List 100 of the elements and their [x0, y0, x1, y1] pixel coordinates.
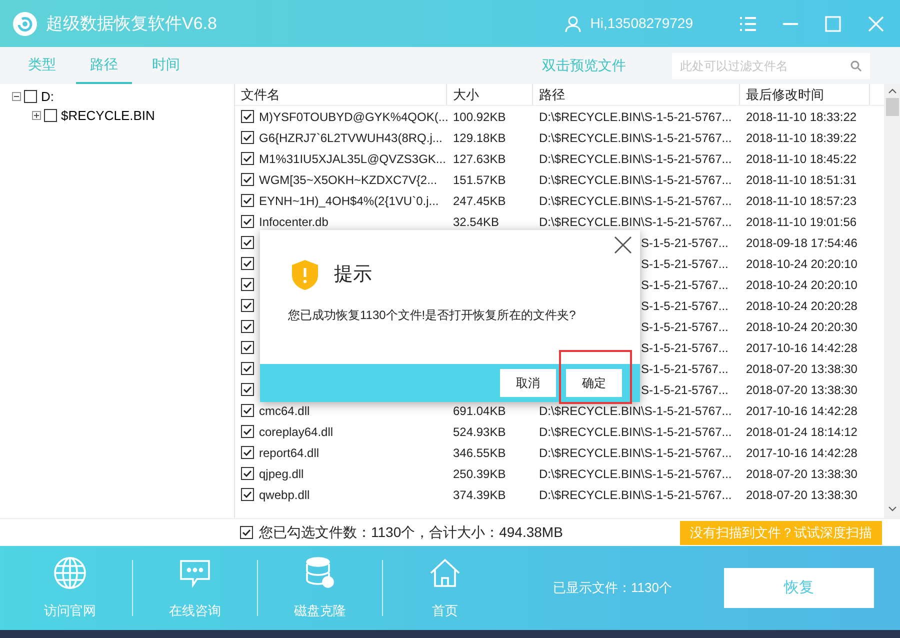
table-cell-text: 2018-11-10 18:51:31 [745, 172, 858, 188]
checkbox[interactable] [241, 110, 254, 123]
checkbox[interactable] [241, 341, 254, 354]
table-cell-text: 250.39KB [452, 466, 507, 482]
table-cell: S-1-5-21-5767... [641, 278, 728, 292]
checkbox[interactable] [241, 425, 254, 438]
table-cell-text: 346.55KB [452, 444, 507, 462]
tab[interactable]: 路径 [76, 47, 132, 84]
column-header[interactable]: 文件名 [235, 84, 447, 105]
dialog-title: 提示 [334, 262, 372, 287]
nav-button[interactable]: 磁盘克隆 [258, 555, 382, 621]
table-cell-text: coreplay64.dll [259, 424, 334, 440]
table-cell-text: 2018-07-20 13:38:30 [745, 466, 858, 482]
window-title: 超级数据恢复软件V6.8 [46, 12, 217, 35]
checkbox[interactable] [241, 131, 254, 144]
table-cell-text: D:\$RECYCLE.BIN\S-1-5-21-5767... [538, 214, 733, 230]
tree-item[interactable]: D: [41, 86, 54, 106]
table-cell-text: Infocenter.db [259, 214, 328, 230]
close-icon[interactable] [614, 236, 632, 254]
table-cell-text: 2018-11-10 19:01:56 [745, 214, 858, 230]
column-header[interactable]: 最后修改时间 [740, 84, 870, 105]
table-cell-text: D:\$RECYCLE.BIN\S-1-5-21-5767... [538, 402, 733, 420]
checkbox[interactable] [241, 467, 254, 480]
table-cell-text: 2017-10-16 14:42:28 [745, 444, 858, 462]
checkbox[interactable] [241, 257, 254, 270]
nav-button[interactable]: 在线咨询 [133, 555, 257, 621]
search-icon[interactable] [850, 60, 862, 72]
column-header[interactable]: 路径 [533, 84, 740, 105]
table-cell-text: 32.54KB [452, 214, 500, 230]
search-field[interactable]: 此处可以过滤文件名 [672, 52, 870, 78]
table-cell-text: 2018-10-24 20:20:30 [745, 318, 858, 336]
checkbox[interactable] [241, 446, 254, 459]
table-cell-text: 2018-10-24 20:20:28 [745, 298, 858, 314]
table-cell-text: WGM[35~X5OKH~KZDXC7V{2... [259, 172, 438, 188]
nav-button[interactable]: 首页 [383, 555, 507, 621]
checkbox[interactable] [241, 404, 254, 417]
expander-icon[interactable] [12, 92, 21, 101]
table-cell-text: 2018-07-20 13:38:30 [745, 382, 858, 398]
table-cell-text: report64.dll [259, 444, 320, 462]
checkbox[interactable] [240, 526, 253, 539]
tab[interactable]: 时间 [138, 47, 194, 84]
scrollbar-thumb[interactable] [886, 98, 898, 116]
scroll-down-icon[interactable] [888, 506, 896, 512]
table-cell: S-1-5-21-5767... [641, 320, 728, 334]
table-cell-text: 2018-07-20 13:38:30 [745, 360, 858, 378]
table-cell: S-1-5-21-5767... [641, 340, 728, 354]
preview-hint: 双击预览文件 [542, 56, 626, 75]
checkbox[interactable] [241, 152, 254, 165]
table-cell: S-1-5-21-5767... [641, 382, 728, 396]
warning-shield-icon [290, 259, 320, 291]
table-cell-text: 2018-11-10 18:57:23 [745, 192, 858, 210]
column-header[interactable]: 大小 [447, 84, 533, 105]
table-cell-text: 129.18KB [452, 130, 507, 146]
table-cell-text: D:\$RECYCLE.BIN\S-1-5-21-5767... [538, 172, 733, 188]
table-cell-text: 374.39KB [452, 486, 507, 504]
table-cell-text: 2018-11-10 18:39:22 [745, 130, 858, 146]
tab[interactable]: 类型 [14, 47, 70, 84]
checkbox[interactable] [241, 215, 254, 228]
table-cell-text: 100.92KB [452, 108, 507, 126]
checkbox[interactable] [241, 320, 254, 333]
checkbox[interactable] [241, 299, 254, 312]
table-cell-text: M)YSF0TOUBYD@GYK%4QOK(... [259, 108, 448, 126]
dialog-message: 您已成功恢复1130个文件!是否打开恢复所在的文件夹? [287, 307, 577, 324]
dialog-button[interactable]: 取消 [500, 369, 556, 397]
table-cell: S-1-5-21-5767... [641, 256, 728, 270]
table-cell-text: 151.57KB [452, 172, 507, 188]
table-cell-text: D:\$RECYCLE.BIN\S-1-5-21-5767... [538, 466, 733, 482]
table-cell-text: EYNH~1H)_4OH$4%(2{1VU`0.j... [259, 192, 439, 210]
checkbox[interactable] [44, 109, 57, 122]
table-cell-text: qjpeg.dll [259, 466, 304, 482]
table-cell: S-1-5-21-5767... [641, 362, 728, 376]
table-cell-text: D:\$RECYCLE.BIN\S-1-5-21-5767... [538, 108, 733, 126]
scroll-up-icon[interactable] [888, 88, 896, 94]
table-cell-text: D:\$RECYCLE.BIN\S-1-5-21-5767... [538, 192, 733, 210]
table-cell-text: 2018-01-24 18:14:12 [745, 424, 858, 440]
table-cell-text: D:\$RECYCLE.BIN\S-1-5-21-5767... [538, 424, 733, 440]
table-cell-text: 2018-07-20 13:38:30 [745, 486, 858, 504]
nav-button[interactable]: 访问官网 [8, 555, 132, 621]
checkbox[interactable] [241, 488, 254, 501]
table-cell-text: D:\$RECYCLE.BIN\S-1-5-21-5767... [538, 130, 733, 146]
table-cell: S-1-5-21-5767... [641, 236, 728, 250]
checkbox[interactable] [241, 236, 254, 249]
selection-summary: 您已勾选文件数：1130个，合计大小：494.38MB [259, 523, 563, 542]
checkbox[interactable] [241, 362, 254, 375]
expander-icon[interactable] [32, 111, 41, 120]
checkbox[interactable] [24, 90, 37, 103]
user-name: Hi,13508279729 [590, 14, 693, 33]
table-cell-text: D:\$RECYCLE.BIN\S-1-5-21-5767... [538, 486, 733, 504]
tree-item[interactable]: $RECYCLE.BIN [61, 106, 155, 126]
table-cell-text: 691.04KB [452, 402, 507, 420]
recover-button[interactable]: 恢复 [724, 568, 874, 608]
checkbox[interactable] [241, 173, 254, 186]
checkbox[interactable] [241, 383, 254, 396]
dialog-button[interactable]: 确定 [566, 369, 622, 397]
deep-scan-button[interactable]: 没有扫描到文件？试试深度扫描 [680, 520, 882, 544]
checkbox[interactable] [241, 194, 254, 207]
table-cell-text: D:\$RECYCLE.BIN\S-1-5-21-5767... [538, 150, 733, 168]
table-cell-text: qwebp.dll [259, 486, 310, 504]
checkbox[interactable] [241, 278, 254, 291]
table-cell-text: 247.45KB [452, 192, 507, 210]
